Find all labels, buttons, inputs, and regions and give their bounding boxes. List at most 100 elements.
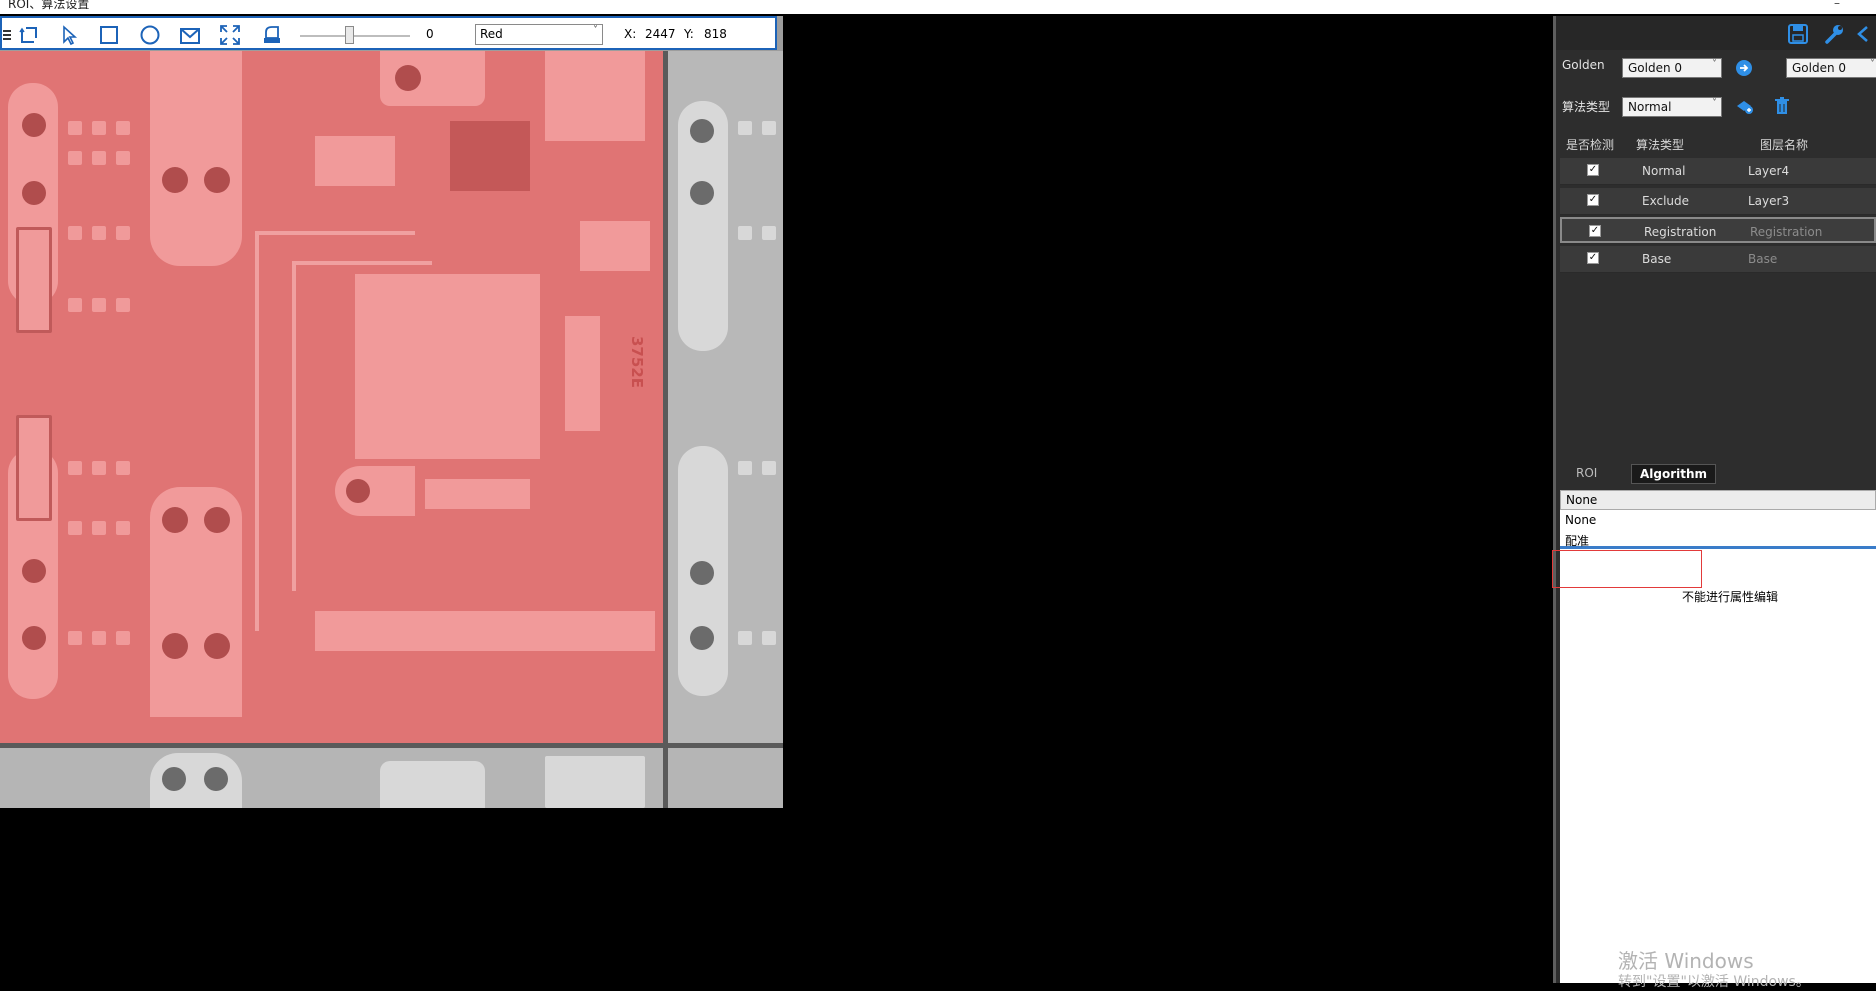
rectangle-icon[interactable] [98, 24, 120, 46]
layer-name: Base [1748, 252, 1778, 266]
header-layer-name: 图层名称 [1760, 138, 1809, 152]
smd-pad [738, 461, 752, 475]
golden-target-select[interactable]: Golden 0 ˅ [1786, 58, 1876, 78]
chevron-down-icon: ˅ [593, 25, 598, 36]
smd-pad [68, 298, 82, 312]
chevron-down-icon: ˅ [1870, 59, 1875, 70]
via-hole [204, 507, 230, 533]
minimize-icon[interactable]: – [1834, 0, 1840, 10]
coil-pad [16, 415, 52, 521]
tab-algorithm[interactable]: Algorithm [1631, 464, 1717, 484]
layer-algo: Normal [1642, 164, 1686, 178]
layer-row-exclude[interactable]: ✓ Exclude Layer3 [1560, 188, 1876, 215]
layer-row-base[interactable]: ✓ Base Base [1560, 246, 1876, 273]
slider-value: 0 [426, 27, 434, 41]
arrow-right-circle-icon[interactable] [1734, 58, 1754, 78]
trace [255, 231, 415, 235]
smd-pad [116, 631, 130, 645]
smd-pad [116, 121, 130, 135]
via-hole [690, 181, 714, 205]
smd-pad [68, 151, 82, 165]
tab-roi[interactable]: ROI [1568, 464, 1605, 484]
roi-transform-icon[interactable] [18, 24, 40, 46]
via-hole [22, 181, 46, 205]
header-detect: 是否检测 [1566, 138, 1615, 152]
smd-pad [762, 226, 776, 240]
property-editor: None None 配准 不能进行属性编辑 激活 Windows 转到"设置"以… [1552, 490, 1876, 990]
side-pad [580, 221, 650, 271]
layer-row-registration[interactable]: ✓ Registration Registration [1560, 217, 1876, 243]
smd-pad [738, 226, 752, 240]
smd-pad [116, 461, 130, 475]
algorithm-select[interactable]: None [1560, 490, 1876, 510]
header-algo-type: 算法类型 [1636, 138, 1685, 152]
trace [292, 261, 296, 591]
trash-icon[interactable] [1772, 96, 1792, 116]
mask-color-select[interactable]: Red ˅ [475, 24, 603, 45]
layer-name: Layer3 [1748, 194, 1790, 208]
y-coord-value: 818 [704, 27, 727, 41]
settings-panel: Golden Golden 0 ˅ Golden 0 ˅ 算法类型 Normal… [1552, 16, 1876, 990]
opacity-slider-thumb[interactable] [345, 26, 354, 44]
via-hole [162, 167, 188, 193]
circle-icon[interactable] [139, 24, 161, 46]
smd-pad [68, 521, 82, 535]
top-pad [380, 761, 485, 808]
top-right-pad [545, 756, 645, 808]
algorithm-option[interactable]: 配准 [1560, 530, 1876, 549]
property-message: 不能进行属性编辑 [1682, 590, 1779, 604]
via-hole [346, 479, 370, 503]
via-hole [162, 633, 188, 659]
chevron-down-icon: ˅ [1712, 59, 1717, 70]
via-hole [690, 119, 714, 143]
detect-checkbox[interactable]: ✓ [1587, 252, 1599, 264]
detect-checkbox[interactable]: ✓ [1587, 194, 1599, 206]
pointer-icon[interactable] [58, 24, 80, 46]
smd-pad [116, 298, 130, 312]
algorithm-option[interactable]: None [1560, 511, 1876, 530]
smd-pad [762, 461, 776, 475]
via-hole [395, 65, 421, 91]
detect-checkbox[interactable]: ✓ [1589, 225, 1601, 237]
smd-pad [92, 631, 106, 645]
via-hole [204, 633, 230, 659]
smd-pad [92, 461, 106, 475]
detect-checkbox[interactable]: ✓ [1587, 164, 1599, 176]
highlight-box [1552, 550, 1702, 588]
image-viewer: 0 Red ˅ X: 2447 Y: 818 3752E [0, 16, 783, 808]
golden-source-select[interactable]: Golden 0 ˅ [1622, 58, 1722, 78]
menu-icon[interactable] [2, 24, 12, 46]
inspection-image[interactable]: 3752E [0, 51, 783, 808]
opacity-slider-track[interactable] [300, 35, 410, 37]
smd-pad [116, 151, 130, 165]
title-bar: ROI、算法设置 – [0, 0, 1876, 14]
layer-algo: Base [1642, 252, 1672, 266]
bottom-bar-pad [315, 611, 655, 651]
smd-pad [738, 121, 752, 135]
side-pad [565, 316, 600, 431]
smd-pad [92, 226, 106, 240]
back-icon[interactable] [1854, 22, 1870, 46]
add-layer-icon[interactable] [1734, 96, 1754, 116]
algo-type-value: Normal [1628, 100, 1672, 114]
via-hole [162, 507, 188, 533]
algo-type-select[interactable]: Normal ˅ [1622, 97, 1722, 117]
layer-algo: Registration [1644, 225, 1717, 239]
save-icon[interactable] [1786, 22, 1810, 46]
smd-pad [68, 631, 82, 645]
eraser-icon[interactable] [261, 24, 283, 46]
fit-screen-icon[interactable] [219, 24, 241, 46]
via-hole [162, 767, 186, 791]
polygon-icon[interactable] [179, 24, 201, 46]
layer-row-normal[interactable]: ✓ Normal Layer4 [1560, 158, 1876, 185]
layer-name: Registration [1750, 225, 1823, 239]
board-gap-horizontal [0, 743, 783, 748]
wrench-icon[interactable] [1822, 22, 1846, 46]
viewer-toolbar: 0 Red ˅ X: 2447 Y: 818 [0, 16, 777, 50]
layer-algo: Exclude [1642, 194, 1690, 208]
smd-pad [92, 121, 106, 135]
smd-pad [92, 298, 106, 312]
trace [292, 261, 432, 265]
panel-toolbar [1556, 16, 1876, 50]
tall-pad [150, 51, 242, 266]
